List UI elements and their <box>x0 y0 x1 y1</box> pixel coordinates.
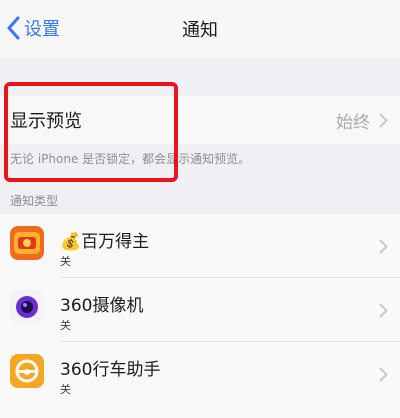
chevron-right-icon <box>379 113 388 127</box>
chevron-right-icon <box>379 303 388 318</box>
show-previews-label: 显示预览 <box>10 111 82 132</box>
steering-wheel-icon <box>10 354 44 388</box>
page-title: 通知 <box>182 20 218 41</box>
app-status: 关 <box>60 383 71 396</box>
navigation-bar: 设置 通知 <box>0 0 400 58</box>
previews-footer-text: 无论 iPhone 是否锁定，都会显示通知预览。 <box>10 152 251 166</box>
app-status: 关 <box>60 255 71 268</box>
app-list: 💰百万得主 关 360摄像机 关 360行车助手 关 <box>0 214 400 418</box>
list-item-app[interactable]: 360行车助手 关 <box>0 342 400 406</box>
money-bag-emoji-icon: 💰 <box>60 232 82 252</box>
app-name: 360摄像机 <box>60 296 144 316</box>
show-previews-value: 始终 <box>336 112 370 133</box>
money-bag-icon <box>10 226 44 260</box>
app-name: 360行车助手 <box>60 360 161 380</box>
app-name: 💰百万得主 <box>60 232 150 252</box>
camera-icon <box>10 290 44 324</box>
list-item-app[interactable]: 💰百万得主 关 <box>0 214 400 278</box>
chevron-right-icon <box>379 367 388 382</box>
list-item-app[interactable]: 360摄像机 关 <box>0 278 400 342</box>
app-status: 关 <box>60 319 71 332</box>
show-previews-row[interactable]: 显示预览 始终 <box>0 96 400 144</box>
section-header: 通知类型 <box>10 194 59 208</box>
section-gap <box>0 58 400 96</box>
chevron-right-icon <box>379 239 388 254</box>
